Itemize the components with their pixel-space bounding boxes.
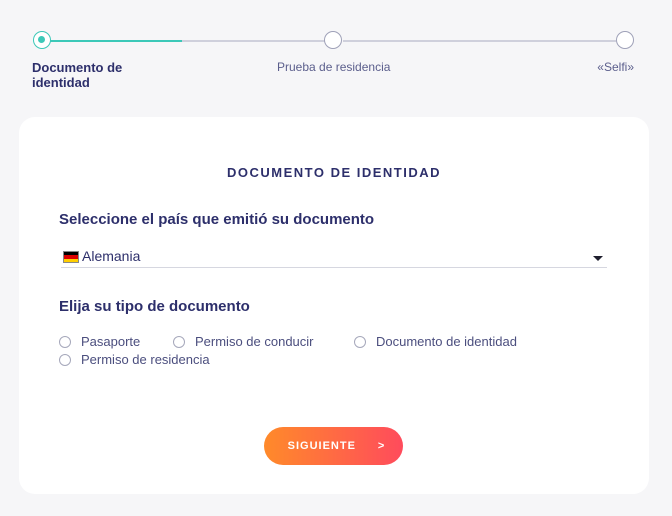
country-select[interactable]: Alemania	[61, 247, 607, 268]
document-card: DOCUMENTO DE IDENTIDAD Seleccione el paí…	[19, 117, 649, 494]
step-indicator-selfie	[616, 31, 634, 49]
germany-flag-icon	[63, 251, 79, 263]
card-title: DOCUMENTO DE IDENTIDAD	[226, 165, 442, 180]
radio-circle[interactable]	[173, 335, 185, 348]
next-button[interactable]: SIGUIENTE >	[264, 427, 403, 465]
stepper-track	[343, 40, 616, 42]
country-select-value: Alemania	[82, 248, 141, 264]
progress-stepper: Documento de identidad Prueba de residen…	[0, 0, 672, 100]
radio-circle[interactable]	[59, 353, 71, 366]
next-button-label: SIGUIENTE	[287, 440, 356, 452]
step-label-identity-document: Documento de identidad	[32, 60, 123, 90]
step-indicator-residence-proof	[324, 31, 342, 49]
step-label-selfie: «Selfi»	[597, 60, 634, 74]
radio-residence-permit[interactable]: Permiso de residencia	[59, 352, 210, 367]
radio-identity-document[interactable]: Documento de identidad	[354, 334, 517, 349]
radio-driving-license[interactable]: Permiso de conducir	[173, 334, 314, 349]
radio-passport[interactable]: Pasaporte	[59, 334, 140, 349]
radio-circle[interactable]	[59, 335, 71, 348]
radio-label: Documento de identidad	[376, 334, 517, 349]
chevron-right-icon: >	[377, 440, 386, 452]
step-label-residence-proof: Prueba de residencia	[277, 60, 391, 74]
radio-label: Permiso de conducir	[195, 334, 314, 349]
radio-circle[interactable]	[354, 335, 366, 348]
stepper-progress-fill	[50, 40, 182, 42]
caret-down-icon[interactable]	[593, 256, 603, 261]
document-type-label: Elija su tipo de documento	[59, 298, 250, 315]
step-indicator-identity-document	[33, 31, 51, 49]
country-label: Seleccione el país que emitió su documen…	[59, 211, 375, 228]
radio-label: Pasaporte	[81, 334, 141, 349]
radio-label: Permiso de residencia	[81, 352, 210, 367]
